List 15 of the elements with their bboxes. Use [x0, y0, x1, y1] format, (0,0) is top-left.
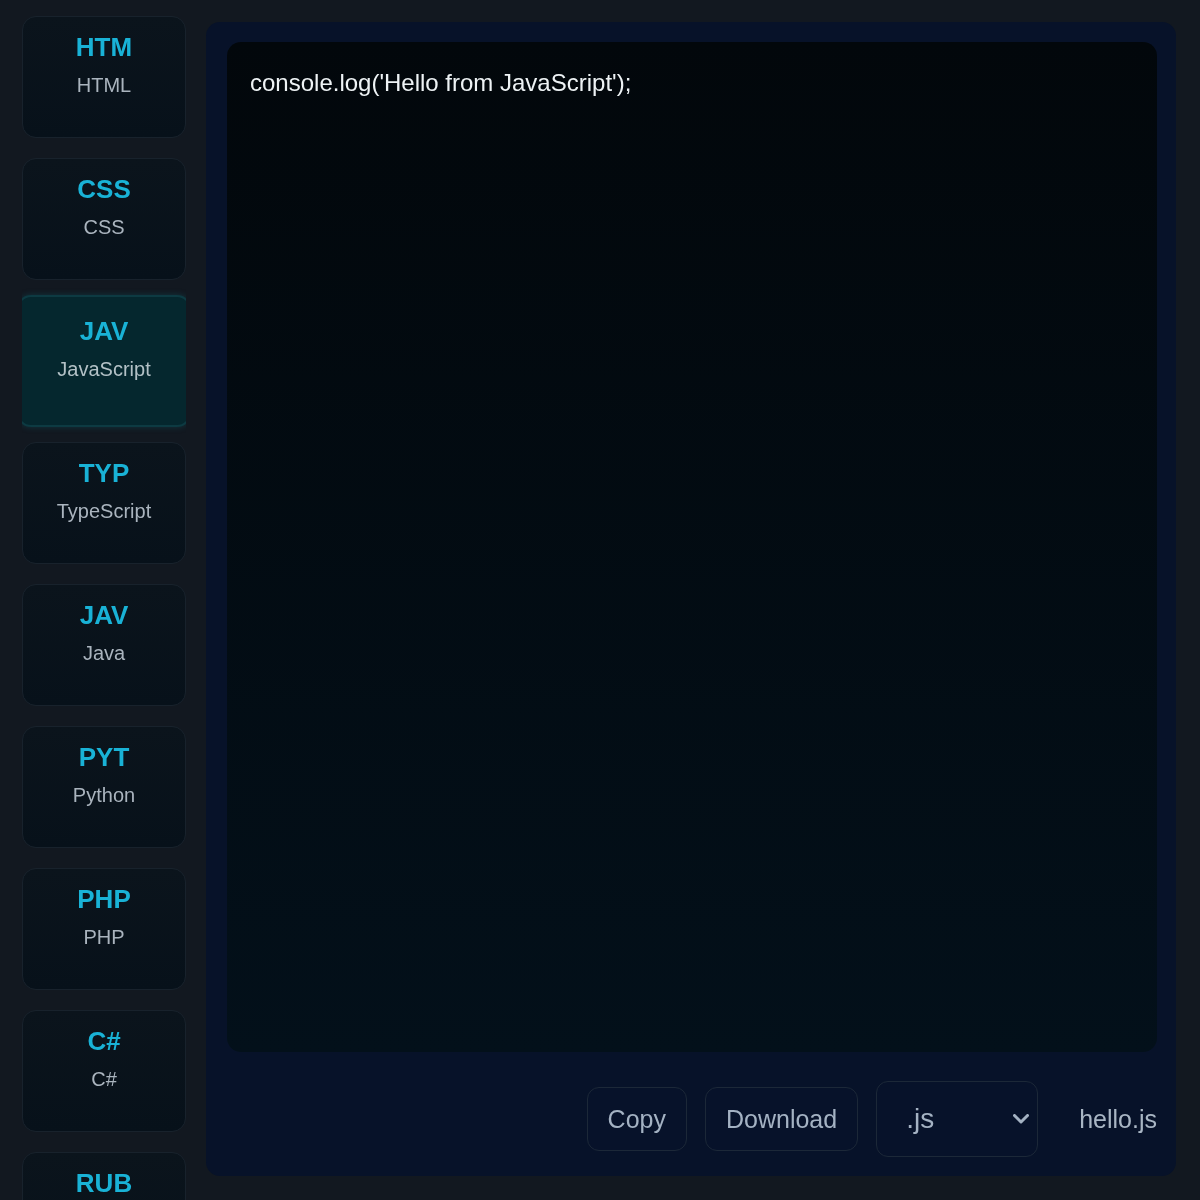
- chevron-down-icon: [1013, 1114, 1030, 1124]
- extension-dropdown[interactable]: .js: [876, 1081, 1039, 1157]
- language-card[interactable]: PYT Python: [22, 726, 186, 848]
- language-card[interactable]: TYP TypeScript: [22, 442, 186, 564]
- language-card[interactable]: CSS CSS: [22, 158, 186, 280]
- action-button[interactable]: Copy: [586, 1087, 687, 1151]
- language-card[interactable]: JAV Java: [22, 584, 186, 706]
- language-card[interactable]: RUB: [22, 1152, 186, 1200]
- action-button[interactable]: Download: [705, 1087, 859, 1151]
- language-card[interactable]: JAV JavaScript: [22, 295, 186, 427]
- filename-label: hello.js: [1079, 1104, 1157, 1134]
- language-card[interactable]: HTM HTML: [22, 16, 186, 138]
- code-editor[interactable]: console.log('Hello from JavaScript');: [227, 42, 1157, 1052]
- language-card[interactable]: C# C#: [22, 1010, 186, 1132]
- language-card[interactable]: PHP PHP: [22, 868, 186, 990]
